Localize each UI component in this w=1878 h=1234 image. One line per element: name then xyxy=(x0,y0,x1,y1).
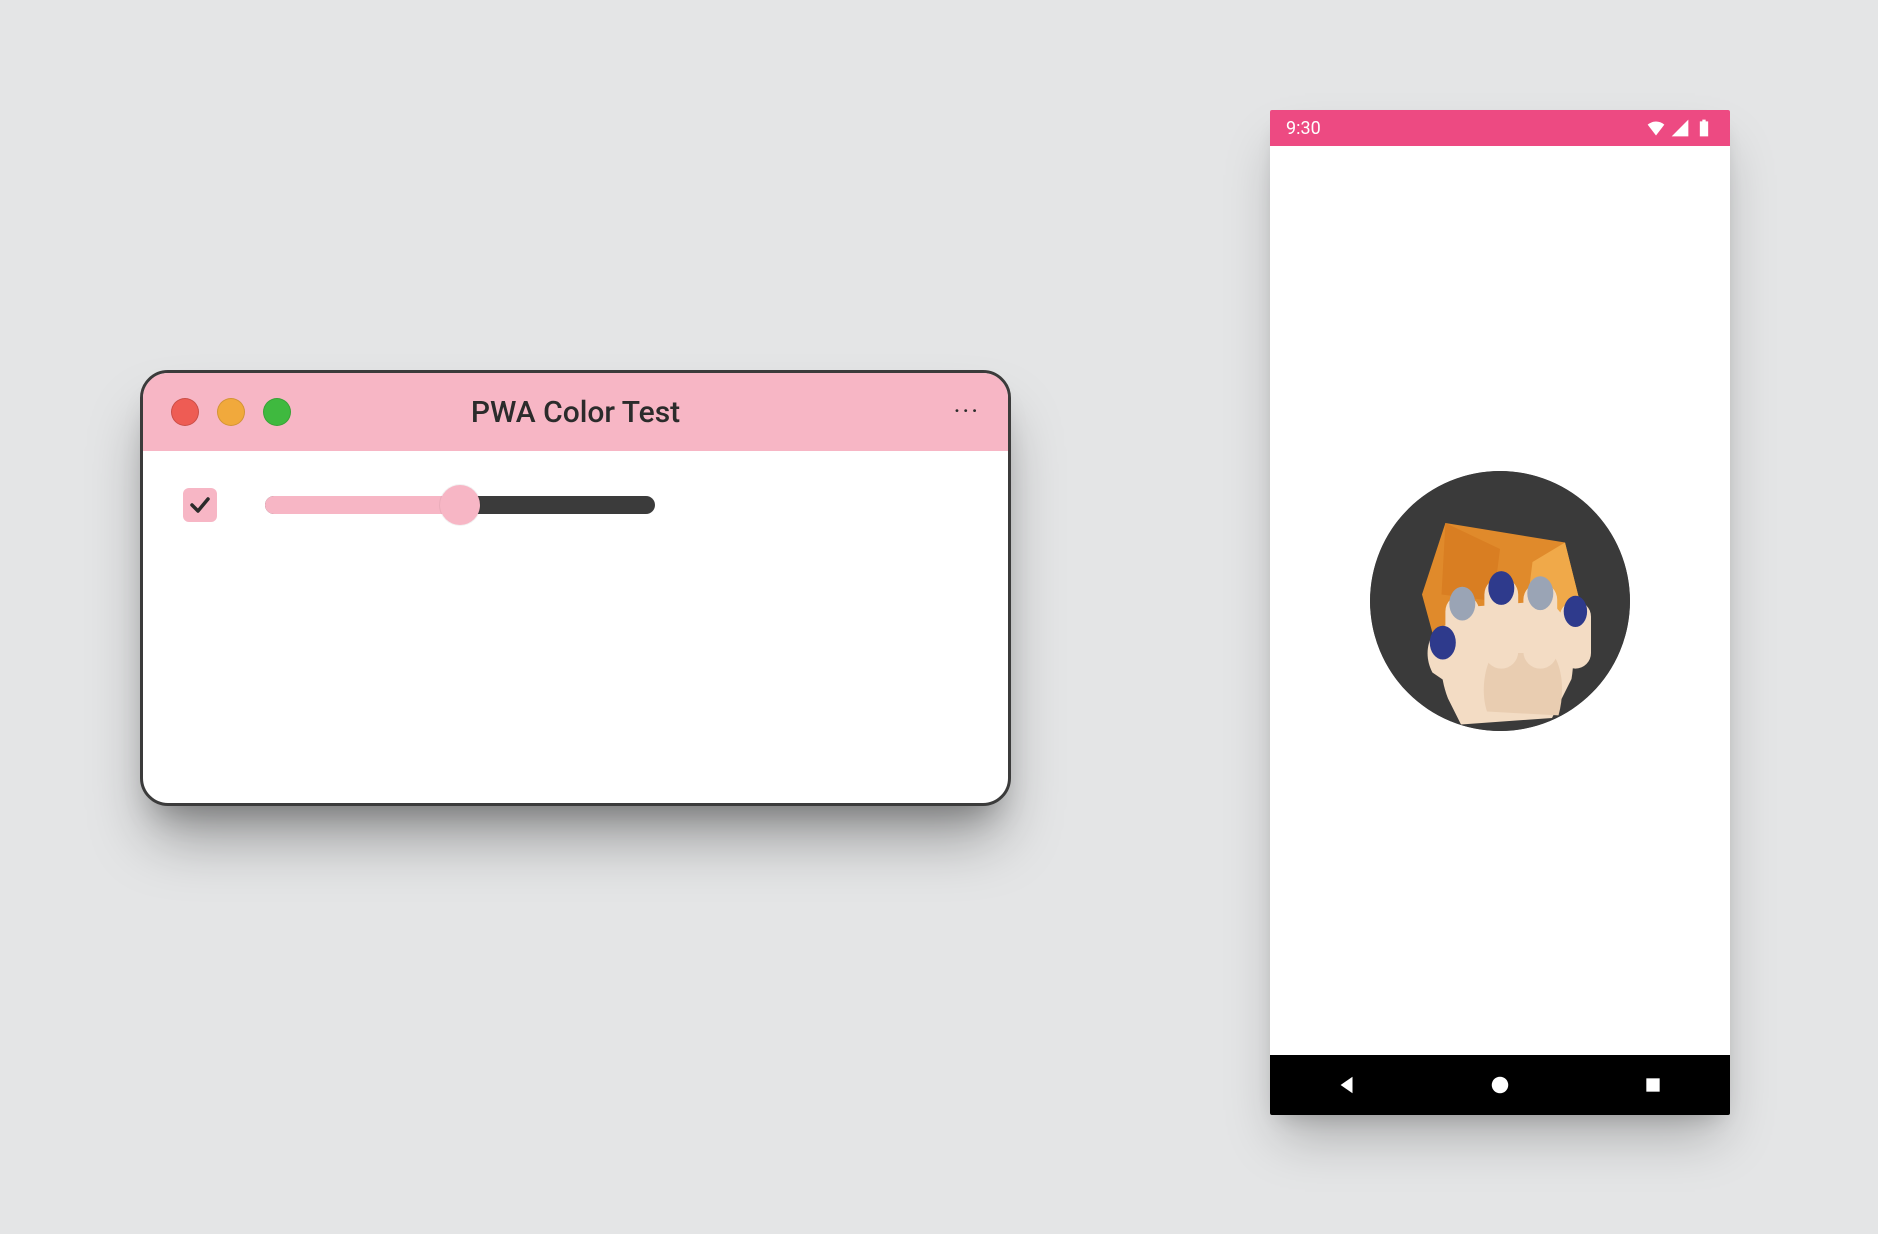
slider-thumb[interactable] xyxy=(440,485,480,525)
traffic-lights xyxy=(171,398,291,426)
minimize-icon[interactable] xyxy=(217,398,245,426)
status-icons xyxy=(1646,118,1714,138)
mac-window: PWA Color Test ··· xyxy=(140,370,1011,806)
triangle-back-icon xyxy=(1336,1074,1358,1096)
maximize-icon[interactable] xyxy=(263,398,291,426)
window-content xyxy=(143,451,1008,559)
checkmark-icon xyxy=(188,493,212,517)
circle-home-icon xyxy=(1489,1074,1511,1096)
window-titlebar: PWA Color Test ··· xyxy=(143,373,1008,451)
splash-screen xyxy=(1270,146,1730,1055)
accent-slider[interactable] xyxy=(265,485,655,525)
accent-checkbox[interactable] xyxy=(183,488,217,522)
overflow-menu-icon[interactable]: ··· xyxy=(954,397,980,427)
slider-fill xyxy=(265,496,460,514)
squoosh-hand-icon xyxy=(1370,471,1630,731)
square-recents-icon xyxy=(1643,1075,1663,1095)
back-button[interactable] xyxy=(1307,1065,1387,1105)
status-time: 9:30 xyxy=(1286,118,1321,139)
home-button[interactable] xyxy=(1460,1065,1540,1105)
android-phone: 9:30 xyxy=(1270,110,1730,1115)
close-icon[interactable] xyxy=(171,398,199,426)
battery-icon xyxy=(1694,118,1714,138)
recents-button[interactable] xyxy=(1613,1065,1693,1105)
android-nav-bar xyxy=(1270,1055,1730,1115)
status-bar: 9:30 xyxy=(1270,110,1730,146)
wifi-icon xyxy=(1646,118,1666,138)
app-icon xyxy=(1370,471,1630,731)
signal-icon xyxy=(1670,118,1690,138)
